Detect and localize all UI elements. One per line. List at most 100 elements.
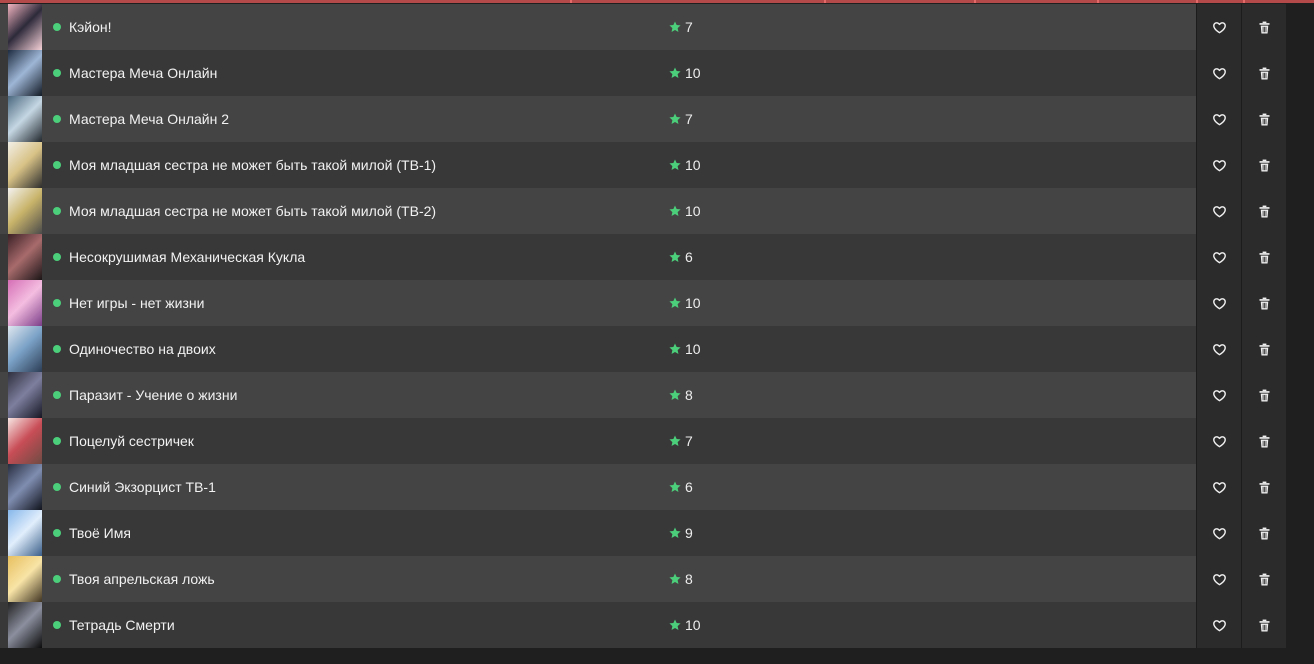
heart-icon <box>1212 481 1226 493</box>
anime-title[interactable]: Мастера Меча Онлайн <box>69 65 659 81</box>
list-item[interactable]: Мастера Меча Онлайн 10 <box>0 50 1314 96</box>
anime-title[interactable]: Нет игры - нет жизни <box>69 295 659 311</box>
list-item[interactable]: Синий Экзорцист ТВ-1 6 <box>0 464 1314 510</box>
list-item-main[interactable]: Моя младшая сестра не может быть такой м… <box>0 188 1196 234</box>
anime-title[interactable]: Несокрушимая Механическая Кукла <box>69 249 659 265</box>
favorite-button[interactable] <box>1196 188 1241 234</box>
delete-button[interactable] <box>1241 188 1286 234</box>
delete-button[interactable] <box>1241 326 1286 372</box>
list-item[interactable]: Твоё Имя 9 <box>0 510 1314 556</box>
anime-title[interactable]: Твоё Имя <box>69 525 659 541</box>
list-item[interactable]: Тетрадь Смерти 10 <box>0 602 1314 648</box>
status-dot <box>53 529 61 537</box>
delete-button[interactable] <box>1241 418 1286 464</box>
trash-icon <box>1259 389 1269 401</box>
favorite-button[interactable] <box>1196 556 1241 602</box>
top-accent-line <box>0 0 1314 3</box>
favorite-button[interactable] <box>1196 234 1241 280</box>
status-dot <box>53 621 61 629</box>
favorite-button[interactable] <box>1196 418 1241 464</box>
status-dot <box>53 207 61 215</box>
list-item[interactable]: Кэйон! 7 <box>0 4 1314 50</box>
list-item-main[interactable]: Синий Экзорцист ТВ-1 6 <box>0 464 1196 510</box>
trash-icon <box>1259 205 1269 217</box>
list-item-main[interactable]: Твоё Имя 9 <box>0 510 1196 556</box>
anime-title[interactable]: Моя младшая сестра не может быть такой м… <box>69 203 659 219</box>
list-item-main[interactable]: Несокрушимая Механическая Кукла 6 <box>0 234 1196 280</box>
list-item[interactable]: Нет игры - нет жизни 10 <box>0 280 1314 326</box>
row-tail-spacer <box>1286 602 1314 648</box>
delete-button[interactable] <box>1241 142 1286 188</box>
list-item-main[interactable]: Тетрадь Смерти 10 <box>0 602 1196 648</box>
list-item-main[interactable]: Мастера Меча Онлайн 10 <box>0 50 1196 96</box>
status-dot <box>53 253 61 261</box>
list-item-main[interactable]: Поцелуй сестричек 7 <box>0 418 1196 464</box>
rating-value: 6 <box>685 249 693 265</box>
heart-icon <box>1212 21 1226 33</box>
delete-button[interactable] <box>1241 4 1286 50</box>
row-tail-spacer <box>1286 372 1314 418</box>
anime-title[interactable]: Моя младшая сестра не может быть такой м… <box>69 157 659 173</box>
favorite-button[interactable] <box>1196 510 1241 556</box>
star-icon <box>669 67 681 78</box>
delete-button[interactable] <box>1241 96 1286 142</box>
favorite-button[interactable] <box>1196 4 1241 50</box>
favorite-button[interactable] <box>1196 280 1241 326</box>
list-item-main[interactable]: Мастера Меча Онлайн 2 7 <box>0 96 1196 142</box>
list-item[interactable]: Твоя апрельская ложь 8 <box>0 556 1314 602</box>
star-icon <box>669 21 681 32</box>
list-item[interactable]: Моя младшая сестра не может быть такой м… <box>0 188 1314 234</box>
trash-icon <box>1259 21 1269 33</box>
anime-title[interactable]: Мастера Меча Онлайн 2 <box>69 111 659 127</box>
heart-icon <box>1212 435 1226 447</box>
star-icon <box>669 435 681 446</box>
row-tail-spacer <box>1286 50 1314 96</box>
delete-button[interactable] <box>1241 372 1286 418</box>
list-item[interactable]: Моя младшая сестра не может быть такой м… <box>0 142 1314 188</box>
list-item-main[interactable]: Моя младшая сестра не может быть такой м… <box>0 142 1196 188</box>
anime-title[interactable]: Паразит - Учение о жизни <box>69 387 659 403</box>
anime-title[interactable]: Кэйон! <box>69 19 659 35</box>
list-item[interactable]: Несокрушимая Механическая Кукла 6 <box>0 234 1314 280</box>
favorite-button[interactable] <box>1196 464 1241 510</box>
delete-button[interactable] <box>1241 280 1286 326</box>
anime-title[interactable]: Твоя апрельская ложь <box>69 571 659 587</box>
favorite-button[interactable] <box>1196 326 1241 372</box>
delete-button[interactable] <box>1241 556 1286 602</box>
poster-thumbnail <box>8 142 42 188</box>
list-item[interactable]: Мастера Меча Онлайн 2 7 <box>0 96 1314 142</box>
favorite-button[interactable] <box>1196 96 1241 142</box>
top-divider-mark <box>570 0 572 3</box>
favorite-button[interactable] <box>1196 372 1241 418</box>
delete-button[interactable] <box>1241 50 1286 96</box>
status-dot <box>53 115 61 123</box>
list-item[interactable]: Одиночество на двоих 10 <box>0 326 1314 372</box>
anime-title[interactable]: Синий Экзорцист ТВ-1 <box>69 479 659 495</box>
delete-button[interactable] <box>1241 464 1286 510</box>
favorite-button[interactable] <box>1196 50 1241 96</box>
row-tail-spacer <box>1286 280 1314 326</box>
list-item-main[interactable]: Паразит - Учение о жизни 8 <box>0 372 1196 418</box>
favorite-button[interactable] <box>1196 602 1241 648</box>
list-item-main[interactable]: Твоя апрельская ложь 8 <box>0 556 1196 602</box>
list-item[interactable]: Поцелуй сестричек 7 <box>0 418 1314 464</box>
poster-thumbnail <box>8 556 42 602</box>
list-item[interactable]: Паразит - Учение о жизни 8 <box>0 372 1314 418</box>
anime-title[interactable]: Одиночество на двоих <box>69 341 659 357</box>
delete-button[interactable] <box>1241 602 1286 648</box>
delete-button[interactable] <box>1241 510 1286 556</box>
favorite-button[interactable] <box>1196 142 1241 188</box>
poster-thumbnail <box>8 280 42 326</box>
trash-icon <box>1259 527 1269 539</box>
trash-icon <box>1259 159 1269 171</box>
anime-title[interactable]: Поцелуй сестричек <box>69 433 659 449</box>
poster-thumbnail <box>8 326 42 372</box>
list-item-main[interactable]: Нет игры - нет жизни 10 <box>0 280 1196 326</box>
list-item-main[interactable]: Кэйон! 7 <box>0 4 1196 50</box>
star-icon <box>669 619 681 630</box>
delete-button[interactable] <box>1241 234 1286 280</box>
rating: 7 <box>668 96 693 142</box>
trash-icon <box>1259 481 1269 493</box>
anime-title[interactable]: Тетрадь Смерти <box>69 617 659 633</box>
list-item-main[interactable]: Одиночество на двоих 10 <box>0 326 1196 372</box>
